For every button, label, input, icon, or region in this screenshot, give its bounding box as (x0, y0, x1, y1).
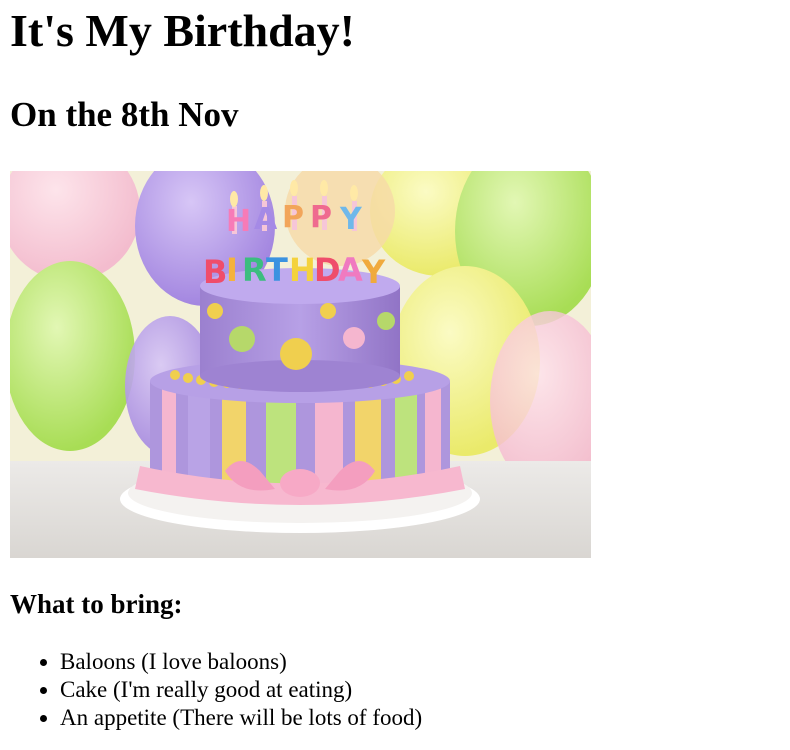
list-item: An appetite (There will be lots of food) (60, 704, 422, 732)
list-heading: What to bring: (10, 589, 183, 619)
svg-text:Y: Y (361, 253, 386, 291)
bring-list: Baloons (I love baloons) Cake (I'm reall… (10, 648, 422, 732)
svg-text:B: B (203, 253, 227, 291)
svg-text:D: D (314, 251, 341, 289)
svg-text:H: H (289, 251, 316, 289)
svg-text:A: A (254, 202, 278, 237)
svg-text:P: P (310, 200, 332, 235)
page-subtitle: On the 8th Nov (10, 95, 239, 134)
svg-text:A: A (338, 251, 363, 289)
svg-text:T: T (266, 251, 288, 289)
svg-text:I: I (226, 251, 238, 289)
birthday-cake-photo: H A P P Y B I R T H D A Y (10, 171, 591, 558)
list-item: Cake (I'm really good at eating) (60, 676, 422, 704)
svg-text:P: P (282, 200, 304, 235)
svg-text:R: R (242, 251, 267, 289)
page-title: It's My Birthday! (10, 5, 355, 56)
svg-text:Y: Y (339, 202, 363, 237)
list-item: Baloons (I love baloons) (60, 648, 422, 676)
svg-text:H: H (226, 204, 251, 239)
